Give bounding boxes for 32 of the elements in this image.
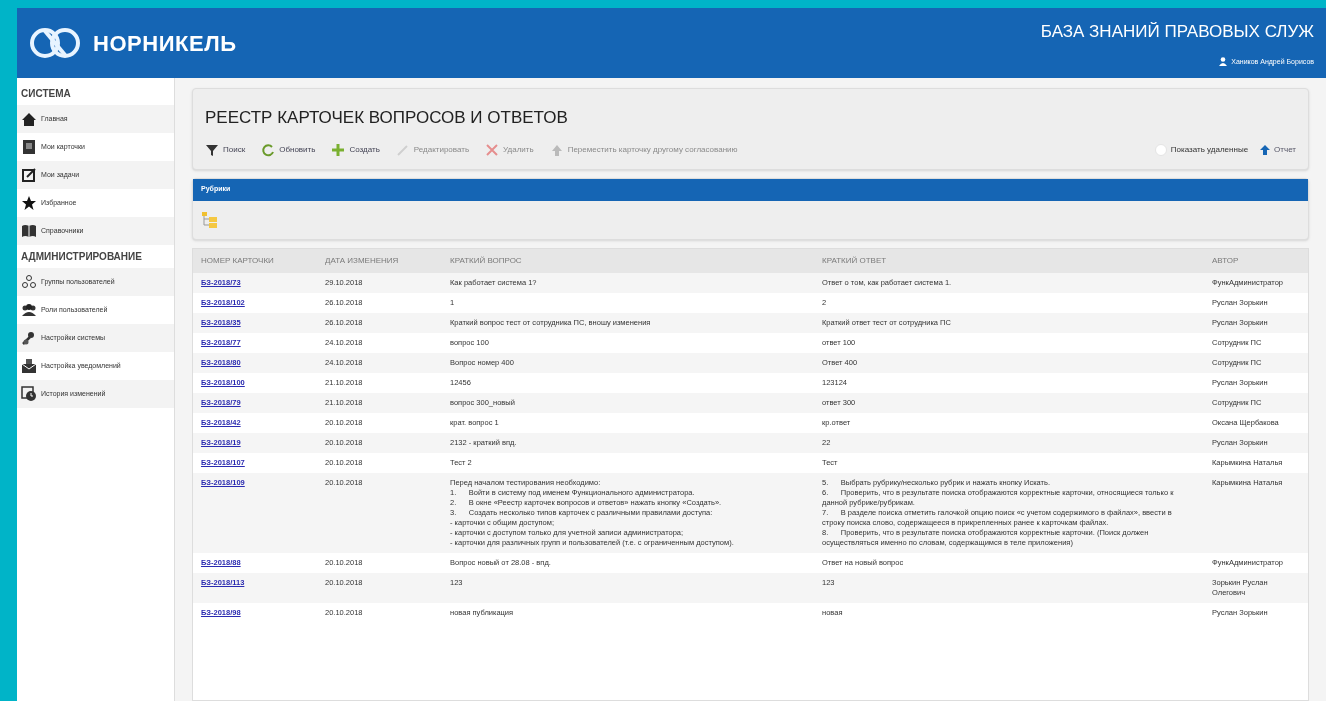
column-header[interactable]: КРАТКИЙ ВОПРОС [442,248,814,273]
toolbar-button[interactable]: Создать [331,142,380,157]
app-title: БАЗА ЗНАНИЙ ПРАВОВЫХ СЛУЖ [1040,21,1314,43]
refresh-icon [261,142,276,157]
clipboard-icon [21,139,37,155]
cross-icon [485,142,500,157]
toolbar-button[interactable]: Обновить [261,142,316,157]
column-header[interactable]: КРАТКИЙ ОТВЕТ [814,248,1204,273]
sidebar-section-title: СИСТЕМА [20,87,72,101]
folder-tree-icon[interactable] [201,210,219,229]
plus-icon [331,142,346,157]
column-header[interactable]: АВТОР [1204,248,1308,273]
upload-icon [1260,144,1271,155]
column-header[interactable]: ДАТА ИЗМЕНЕНИЯ [317,248,442,273]
column-header[interactable]: НОМЕР КАРТОЧКИ [193,248,317,273]
pencil-icon [395,142,410,157]
envelope-icon [21,358,37,374]
people-icon [21,274,37,290]
house-icon [21,111,37,127]
book-icon [21,223,37,239]
page-title: РЕЕСТР КАРТОЧЕК ВОПРОСОВ И ОТВЕТОВ [205,107,569,129]
filter-icon [205,142,219,157]
tools-icon [21,330,37,346]
window-clock-icon [21,386,37,402]
report-button[interactable]: Отчет [1260,143,1296,156]
toolbar-button[interactable]: Поиск [205,142,246,157]
sidebar-section-title: АДМИНИСТРИРОВАНИЕ [20,250,143,264]
show-deleted-checkbox[interactable]: Показать удаленные [1154,143,1249,156]
user-icon [1219,57,1228,67]
edit-icon [21,167,37,183]
star-icon [21,195,37,211]
logo-text: НОРНИКЕЛЬ [93,29,237,58]
